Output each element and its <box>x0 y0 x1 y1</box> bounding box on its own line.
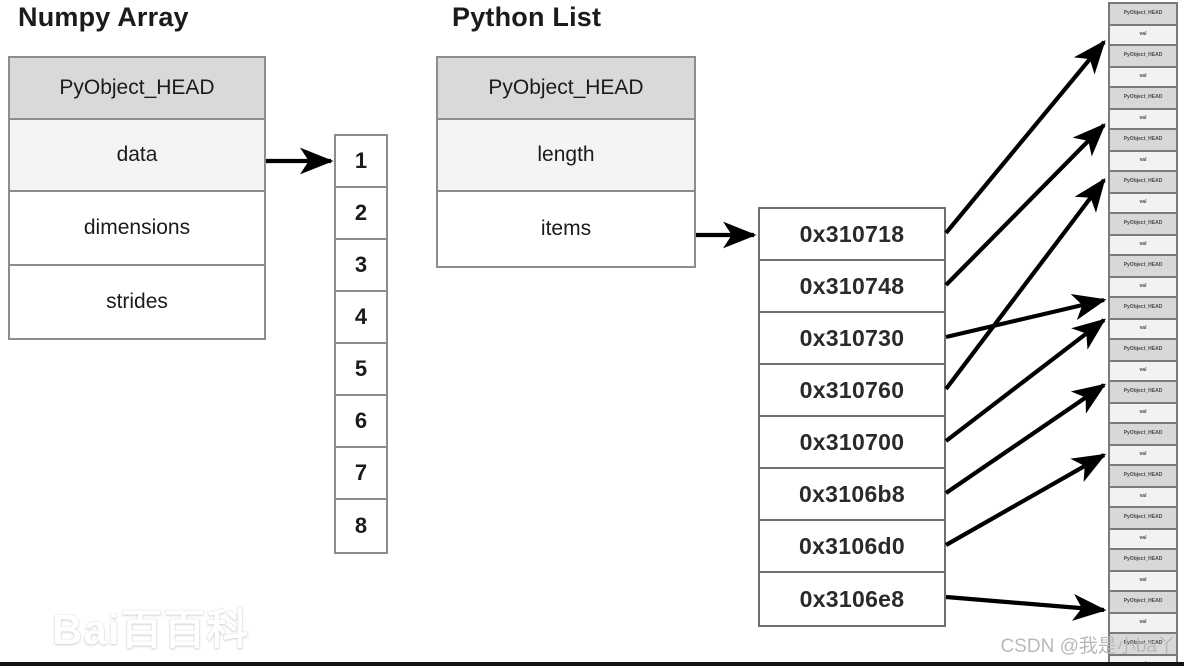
object-head-row: PyObject_HEAD <box>1110 508 1176 530</box>
object-head-row: PyObject_HEAD <box>1110 130 1176 152</box>
value-cell: 1 <box>336 136 386 188</box>
pointer-link-arrow <box>944 453 1107 547</box>
numpy-data-buffer: 1234567 8 <box>334 134 388 554</box>
python-list-pointer-array: 0x310718 0x310748 0x310730 0x310760 0x310700… <box>758 207 946 627</box>
object-value-row: val <box>1110 320 1176 340</box>
pointer-link-arrow <box>944 177 1106 391</box>
value-cell: 8 <box>354 513 368 538</box>
value-cell: 2 <box>336 188 386 240</box>
object-head-row: PyObject_HEAD <box>1110 466 1176 488</box>
value-cell: 5 <box>336 344 386 396</box>
numpy-array-struct: PyObject_HEAD data dimensions strides <box>8 56 266 340</box>
object-head-row: PyObject_HEAD <box>1110 256 1176 278</box>
pointer-cell: 0x310718 <box>760 209 944 261</box>
python-list-title: Python List <box>452 2 602 32</box>
numpy-row-strides: strides <box>10 266 264 338</box>
pointer-cell: 0x310730 <box>760 313 944 365</box>
pylist-row-pyobject_head: PyObject_HEAD <box>438 58 694 120</box>
python-int-objects-column: PyObject_HEAD val PyObject_HEAD val PyObject… <box>1108 2 1178 664</box>
pointer-link-arrow <box>945 294 1107 340</box>
pylist-row-length: length <box>438 120 694 192</box>
object-value-row: val <box>1110 572 1176 592</box>
object-head-row: PyObject_HEAD <box>1110 88 1176 110</box>
pointer-link-arrow <box>944 123 1106 287</box>
numpy-row-pyobject_head: PyObject_HEAD <box>10 58 264 120</box>
object-value-row: val <box>1110 404 1176 424</box>
value-cell: 3 <box>336 240 386 292</box>
object-head-row: PyObject_HEAD <box>1110 214 1176 236</box>
pointer-cell: 0x310700 <box>760 417 944 469</box>
object-value-row: val <box>1110 614 1176 634</box>
pointer-link-arrow <box>945 594 1107 621</box>
object-value-row: val <box>1110 194 1176 214</box>
object-value-row: val <box>1110 110 1176 130</box>
pointer-link-arrow <box>944 318 1107 443</box>
object-value-row: val <box>1110 488 1176 508</box>
object-value-row: val <box>1110 446 1176 466</box>
object-value-row: val <box>1110 152 1176 172</box>
diagram-canvas: Numpy Array PyObject_HEAD data dimensions s… <box>0 0 1184 666</box>
pointer-cell: 0x310760 <box>760 365 944 417</box>
object-head-row: PyObject_HEAD <box>1110 298 1176 320</box>
object-head-row: PyObject_HEAD <box>1110 46 1176 68</box>
object-head-row: PyObject_HEAD <box>1110 4 1176 26</box>
object-head-row: PyObject_HEAD <box>1110 382 1176 404</box>
object-value-row: val <box>1110 278 1176 298</box>
numpy-row-data: data <box>10 120 264 192</box>
object-head-row: PyObject_HEAD <box>1110 634 1176 656</box>
value-cell: 6 <box>336 396 386 448</box>
numpy-array-title: Numpy Array <box>18 2 189 32</box>
object-head-row: PyObject_HEAD <box>1110 424 1176 446</box>
object-value-row: val <box>1110 362 1176 382</box>
object-value-row: val <box>1110 68 1176 88</box>
pointer-cell: 0x3106b8 <box>760 469 944 521</box>
object-head-row: PyObject_HEAD <box>1110 592 1176 614</box>
baidu-watermark: Bai百百科 <box>52 606 250 653</box>
numpy-row-dimensions: dimensions <box>10 192 264 266</box>
pointer-cell: 0x310748 <box>760 261 944 313</box>
object-head-row: PyObject_HEAD <box>1110 172 1176 194</box>
object-value-row: val <box>1110 530 1176 550</box>
pointer-cell: 0x3106e8 <box>799 585 905 612</box>
value-cell: 7 <box>336 448 386 500</box>
value-cell: 4 <box>336 292 386 344</box>
bottom-bar <box>0 662 1184 666</box>
object-head-row: PyObject_HEAD <box>1110 340 1176 362</box>
pointer-cell: 0x3106d0 <box>760 521 944 573</box>
object-head-row: PyObject_HEAD <box>1110 550 1176 572</box>
object-value-row: val <box>1110 236 1176 256</box>
pointer-link-arrow <box>944 40 1106 235</box>
pointer-link-arrow <box>944 383 1107 495</box>
pylist-row-items: items <box>438 192 694 266</box>
object-value-row: val <box>1110 26 1176 46</box>
python-list-struct: PyObject_HEAD length items <box>436 56 696 268</box>
